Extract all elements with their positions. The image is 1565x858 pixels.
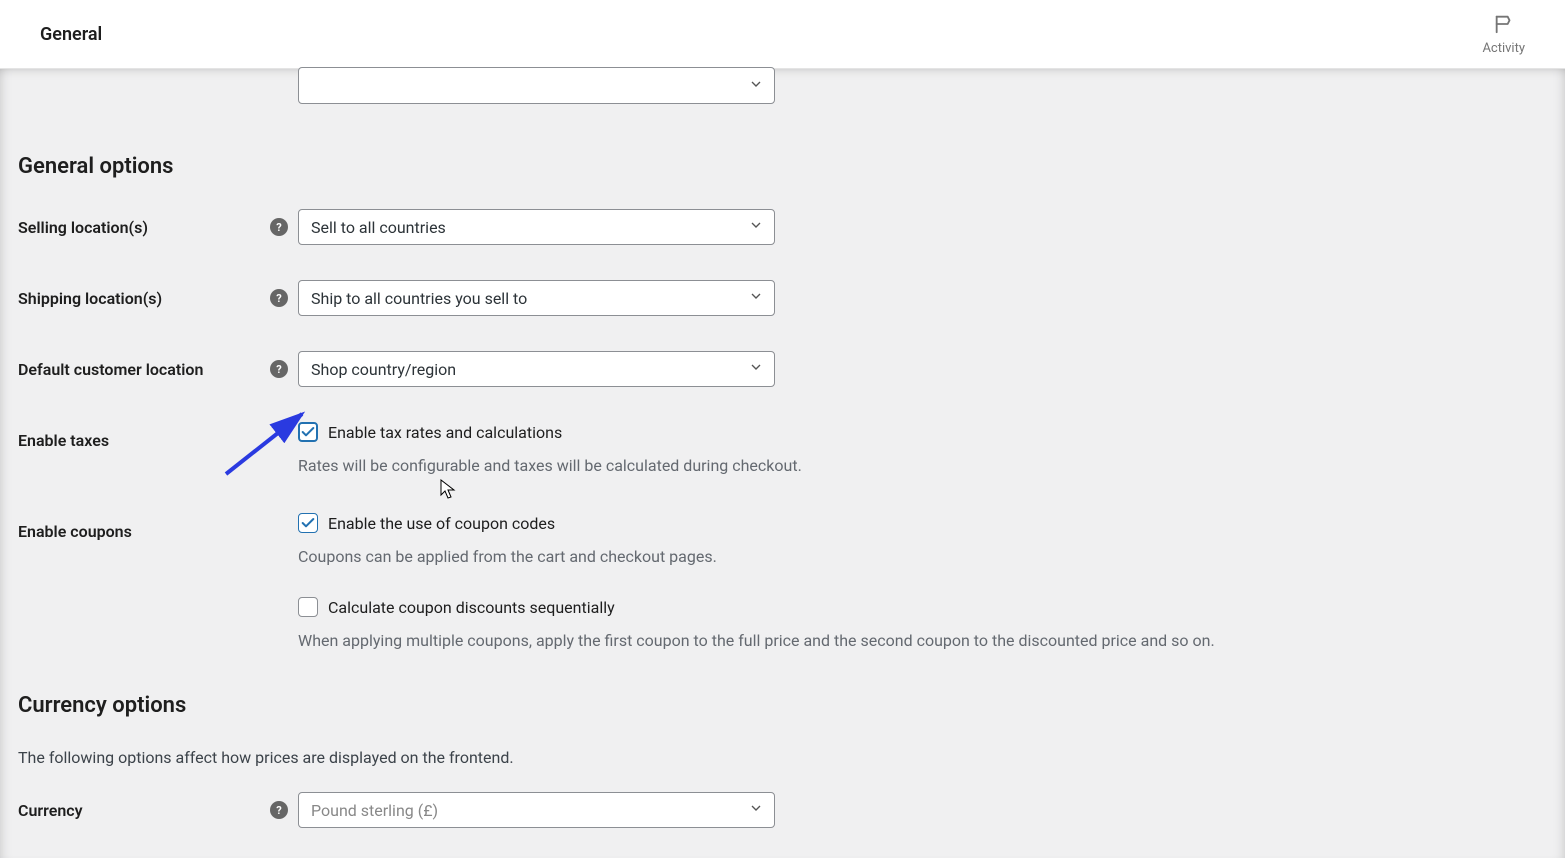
shipping-locations-label: Shipping location(s) bbox=[18, 289, 162, 308]
default-customer-location-label: Default customer location bbox=[18, 360, 203, 379]
partial-select-above[interactable] bbox=[298, 67, 775, 104]
shipping-locations-select[interactable]: Ship to all countries you sell to bbox=[298, 280, 775, 316]
activity-label: Activity bbox=[1482, 41, 1525, 56]
enable-coupons-desc1: Coupons can be applied from the cart and… bbox=[298, 545, 1547, 569]
enable-taxes-desc: Rates will be configurable and taxes wil… bbox=[298, 454, 1547, 478]
chevron-down-icon bbox=[748, 359, 764, 379]
row-currency: Currency ? Pound sterling (£) bbox=[18, 792, 1547, 828]
enable-coupon-codes-checkbox[interactable] bbox=[298, 513, 318, 533]
row-selling-locations: Selling location(s) ? Sell to all countr… bbox=[18, 209, 1547, 245]
calculate-sequentially-label: Calculate coupon discounts sequentially bbox=[328, 598, 615, 617]
help-icon[interactable]: ? bbox=[270, 801, 288, 819]
help-icon[interactable]: ? bbox=[270, 360, 288, 378]
enable-coupons-label: Enable coupons bbox=[18, 522, 132, 541]
page-title: General bbox=[40, 24, 102, 45]
enable-taxes-checkbox[interactable] bbox=[298, 422, 318, 442]
select-value: Ship to all countries you sell to bbox=[311, 289, 527, 308]
row-shipping-locations: Shipping location(s) ? Ship to all count… bbox=[18, 280, 1547, 316]
row-default-customer-location: Default customer location ? Shop country… bbox=[18, 351, 1547, 387]
enable-taxes-checkbox-label: Enable tax rates and calculations bbox=[328, 423, 562, 442]
currency-options-heading: Currency options bbox=[18, 693, 1547, 718]
row-enable-taxes: Enable taxes Enable tax rates and calcul… bbox=[18, 422, 1547, 478]
topbar: General Activity bbox=[0, 0, 1565, 69]
select-value: Shop country/region bbox=[311, 360, 456, 379]
select-value: Sell to all countries bbox=[311, 218, 446, 237]
activity-button[interactable]: Activity bbox=[1482, 13, 1525, 56]
flag-icon bbox=[1493, 13, 1515, 39]
help-icon[interactable]: ? bbox=[270, 218, 288, 236]
enable-coupons-desc2: When applying multiple coupons, apply th… bbox=[298, 629, 1547, 653]
row-enable-coupons: Enable coupons Enable the use of coupon … bbox=[18, 513, 1547, 653]
enable-coupon-codes-label: Enable the use of coupon codes bbox=[328, 514, 555, 533]
currency-select[interactable]: Pound sterling (£) bbox=[298, 792, 775, 828]
chevron-down-icon bbox=[748, 217, 764, 237]
chevron-down-icon bbox=[748, 800, 764, 820]
help-icon[interactable]: ? bbox=[270, 289, 288, 307]
cursor-icon bbox=[440, 479, 458, 501]
general-options-heading: General options bbox=[18, 154, 1547, 179]
currency-label: Currency bbox=[18, 801, 83, 820]
calculate-sequentially-checkbox[interactable] bbox=[298, 597, 318, 617]
selling-locations-label: Selling location(s) bbox=[18, 218, 148, 237]
chevron-down-icon bbox=[748, 288, 764, 308]
default-customer-location-select[interactable]: Shop country/region bbox=[298, 351, 775, 387]
enable-taxes-label: Enable taxes bbox=[18, 431, 109, 450]
select-value: Pound sterling (£) bbox=[311, 801, 438, 820]
selling-locations-select[interactable]: Sell to all countries bbox=[298, 209, 775, 245]
chevron-down-icon bbox=[748, 76, 764, 96]
currency-options-desc: The following options affect how prices … bbox=[18, 748, 1547, 767]
